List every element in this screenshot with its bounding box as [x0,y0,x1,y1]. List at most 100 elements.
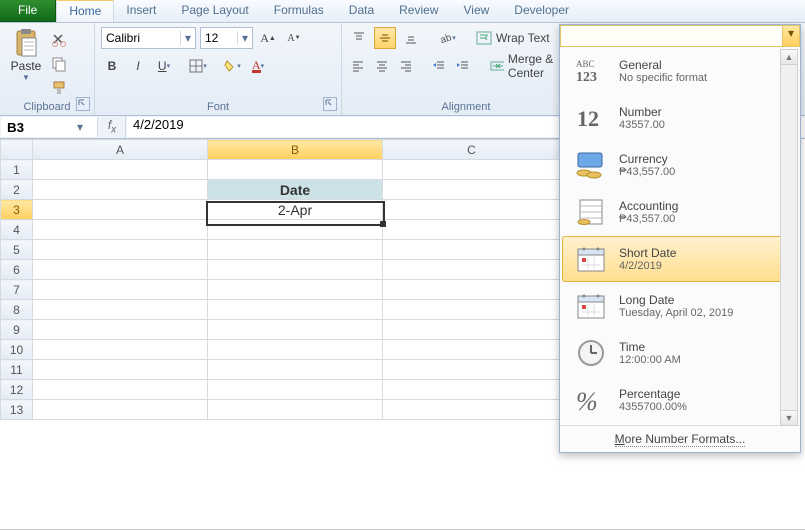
row-header-2[interactable]: 2 [1,180,33,200]
chevron-down-icon[interactable]: ▾ [180,31,195,45]
tab-formulas[interactable]: Formulas [262,0,337,22]
row-header-11[interactable]: 11 [1,360,33,380]
cell-A13[interactable] [33,400,208,420]
cell-A6[interactable] [33,260,208,280]
font-name-combo[interactable]: ▾ [101,27,196,49]
format-option-percentage[interactable]: %Percentage4355700.00% [562,377,798,423]
cell-A8[interactable] [33,300,208,320]
row-header-1[interactable]: 1 [1,160,33,180]
cell-C11[interactable] [383,360,561,380]
format-option-time[interactable]: Time12:00:00 AM [562,330,798,376]
row-header-9[interactable]: 9 [1,320,33,340]
row-header-10[interactable]: 10 [1,340,33,360]
cell-C5[interactable] [383,240,561,260]
format-option-shortdate[interactable]: Short Date4/2/2019 [562,236,798,282]
row-header-4[interactable]: 4 [1,220,33,240]
cell-B5[interactable] [208,240,383,260]
cell-C8[interactable] [383,300,561,320]
align-middle-button[interactable] [374,27,396,49]
format-option-general[interactable]: ABC123GeneralNo specific format [562,48,798,94]
decrease-indent-button[interactable] [429,55,449,77]
cell-A9[interactable] [33,320,208,340]
name-box-input[interactable] [1,120,73,135]
cell-B6[interactable] [208,260,383,280]
cell-C4[interactable] [383,220,561,240]
cell-C1[interactable] [383,160,561,180]
col-header-B[interactable]: B [208,140,383,160]
font-color-button[interactable]: A▾ [247,55,269,77]
format-option-currency[interactable]: Currency₱43,557.00 [562,142,798,188]
cell-C7[interactable] [383,280,561,300]
cell-B11[interactable] [208,360,383,380]
cell-B8[interactable] [208,300,383,320]
orientation-button[interactable]: ab▾ [436,27,458,49]
chevron-down-icon[interactable]: ▾ [73,120,87,134]
col-header-A[interactable]: A [33,140,208,160]
fx-icon[interactable]: fx [99,116,126,138]
cell-B7[interactable] [208,280,383,300]
tab-home[interactable]: Home [56,0,114,22]
row-header-5[interactable]: 5 [1,240,33,260]
row-header-6[interactable]: 6 [1,260,33,280]
bold-button[interactable]: B [101,55,123,77]
cut-button[interactable] [48,29,70,51]
cell-A4[interactable] [33,220,208,240]
scroll-down-button[interactable]: ▼ [781,410,797,425]
font-size-combo[interactable]: ▾ [200,27,253,49]
row-header-12[interactable]: 12 [1,380,33,400]
cell-C13[interactable] [383,400,561,420]
scroll-up-button[interactable]: ▲ [781,50,797,65]
wrap-text-button[interactable]: Wrap Text [476,27,550,49]
grow-font-button[interactable]: A▲ [257,27,279,49]
cell-C3[interactable] [383,200,561,220]
align-center-button[interactable] [372,55,392,77]
cell-C6[interactable] [383,260,561,280]
format-painter-button[interactable] [48,77,70,99]
cell-C2[interactable] [383,180,561,200]
fill-color-button[interactable]: ▾ [221,55,243,77]
panel-scrollbar[interactable]: ▲ ▼ [780,49,798,426]
align-right-button[interactable] [396,55,416,77]
tab-file[interactable]: File [0,0,56,22]
tab-insert[interactable]: Insert [114,0,169,22]
cell-B4[interactable] [208,220,383,240]
copy-button[interactable] [48,53,70,75]
font-dialog-launcher[interactable] [323,97,337,111]
underline-button[interactable]: U▾ [153,55,175,77]
chevron-down-icon[interactable]: ▾ [237,31,252,45]
col-header-C[interactable]: C [383,140,561,160]
number-format-search-input[interactable] [561,26,799,45]
more-number-formats[interactable]: More Number Formats... [560,425,800,448]
cell-B13[interactable] [208,400,383,420]
cell-B9[interactable] [208,320,383,340]
name-box[interactable]: ▾ [1,117,98,137]
increase-indent-button[interactable] [453,55,473,77]
tab-view[interactable]: View [452,0,503,22]
border-button[interactable]: ▾ [187,55,209,77]
align-left-button[interactable] [348,55,368,77]
row-header-8[interactable]: 8 [1,300,33,320]
cell-B3[interactable]: 2-Apr [208,200,383,220]
tab-developer[interactable]: Developer [502,0,582,22]
row-header-7[interactable]: 7 [1,280,33,300]
cell-A2[interactable] [33,180,208,200]
cell-B10[interactable] [208,340,383,360]
align-top-button[interactable] [348,27,370,49]
format-option-number[interactable]: 12Number43557.00 [562,95,798,141]
shrink-font-button[interactable]: A▼ [283,27,305,49]
cell-C10[interactable] [383,340,561,360]
cell-A7[interactable] [33,280,208,300]
clipboard-dialog-launcher[interactable] [76,97,90,111]
cell-A11[interactable] [33,360,208,380]
font-name-input[interactable] [102,31,180,45]
select-all-corner[interactable] [1,140,33,160]
cell-B2[interactable]: Date [208,180,383,200]
row-header-3[interactable]: 3 [1,200,33,220]
chevron-down-icon[interactable]: ▾ [782,26,799,46]
cell-A5[interactable] [33,240,208,260]
cell-B12[interactable] [208,380,383,400]
cell-A12[interactable] [33,380,208,400]
cell-B1[interactable] [208,160,383,180]
cell-C12[interactable] [383,380,561,400]
cell-C9[interactable] [383,320,561,340]
